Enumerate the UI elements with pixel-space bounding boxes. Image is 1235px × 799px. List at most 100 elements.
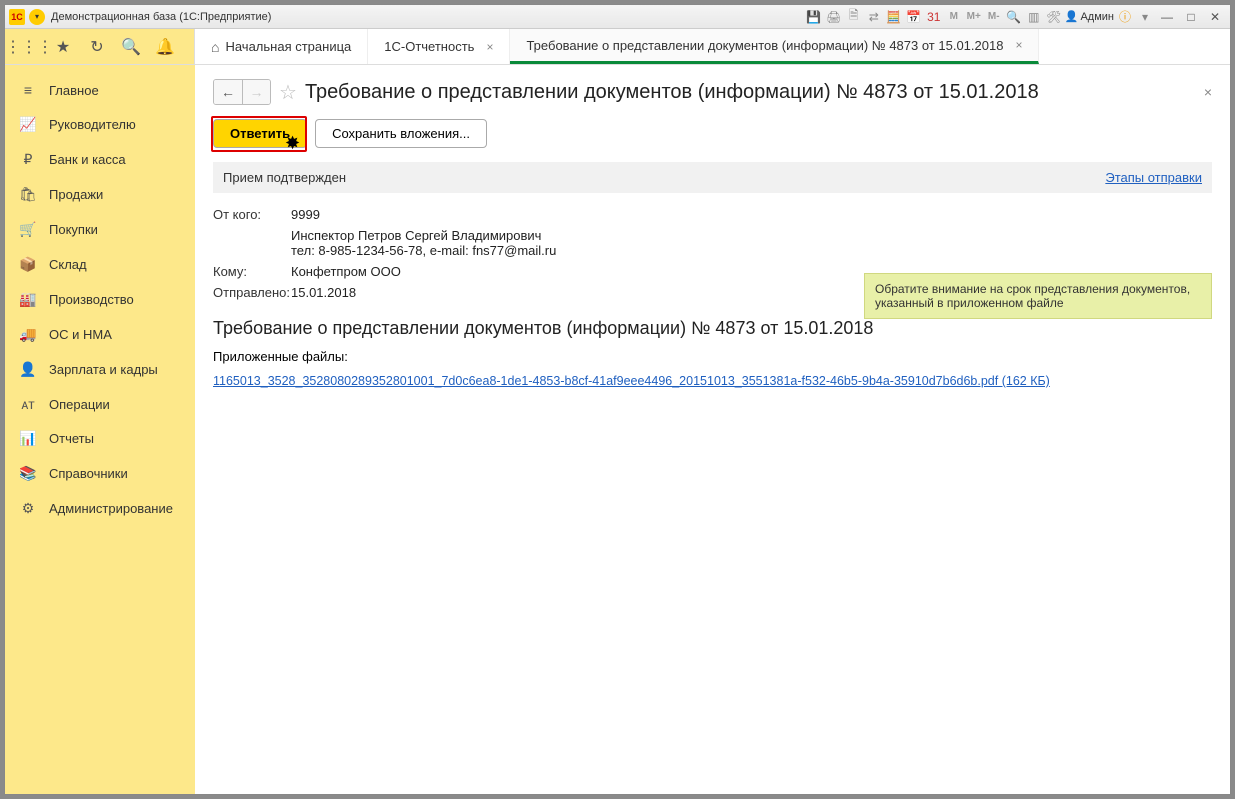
forward-button[interactable]: → bbox=[242, 80, 270, 104]
stages-link[interactable]: Этапы отправки bbox=[1105, 170, 1202, 185]
calendar-icon[interactable]: 📅 bbox=[905, 8, 923, 26]
sidebar-item-production[interactable]: 🏭 Производство bbox=[5, 282, 195, 317]
notice-text: Обратите внимание на срок представления … bbox=[875, 282, 1190, 310]
sidebar-item-label: Руководителю bbox=[49, 117, 136, 132]
factory-icon: 🏭 bbox=[19, 291, 37, 308]
toolbar-row: ⋮⋮⋮ ★ ↻ 🔍 🔔 ⌂ Начальная страница 1С-Отче… bbox=[5, 29, 1230, 65]
sidebar: ≡Главное 📈Руководителю ₽ Банк и касса 🛍 Пр… bbox=[5, 65, 195, 794]
sidebar-item-manager[interactable]: 📈Руководителю bbox=[5, 107, 195, 142]
inspector-row: Инспектор Петров Сергей Владимирович тел… bbox=[213, 228, 1212, 258]
compare-icon[interactable]: ⇄ bbox=[865, 8, 883, 26]
tools-icon[interactable]: 🛠 bbox=[1045, 8, 1063, 26]
sidebar-item-label: Продажи bbox=[49, 187, 103, 202]
app-logo-icon: 1C bbox=[9, 9, 25, 25]
sidebar-item-assets[interactable]: 🚚 ОС и НМА bbox=[5, 317, 195, 352]
contact-line: тел: 8-985-1234-56-78, e-mail: fns77@mai… bbox=[291, 243, 556, 258]
info-icon[interactable]: ⓘ bbox=[1116, 8, 1134, 26]
reply-button[interactable]: Ответить bbox=[213, 119, 307, 148]
zoom-icon[interactable]: 🔍 bbox=[1005, 8, 1023, 26]
close-icon[interactable]: × bbox=[486, 40, 493, 54]
page-header: ← → ☆ Требование о представлении докумен… bbox=[213, 79, 1212, 105]
save-icon[interactable]: 💾 bbox=[805, 8, 823, 26]
sent-value: 15.01.2018 bbox=[291, 285, 356, 300]
panel-icon[interactable]: ▥ bbox=[1025, 8, 1043, 26]
sidebar-item-bank[interactable]: ₽ Банк и касса bbox=[5, 142, 195, 177]
quick-access-bar: ⋮⋮⋮ ★ ↻ 🔍 🔔 bbox=[5, 29, 195, 64]
tab-reporting[interactable]: 1С-Отчетность × bbox=[368, 29, 510, 64]
status-text: Прием подтвержден bbox=[223, 170, 346, 185]
document-subtitle: Требование о представлении документов (и… bbox=[213, 318, 1212, 339]
search-icon[interactable]: 🔍 bbox=[119, 35, 143, 59]
preview-icon[interactable]: 🗎 bbox=[845, 8, 863, 26]
titlebar: 1C ▾ Демонстрационная база (1С:Предприят… bbox=[5, 5, 1230, 29]
sidebar-item-label: Склад bbox=[49, 257, 87, 272]
close-window-button[interactable]: ✕ bbox=[1204, 8, 1226, 26]
ruble-icon: ₽ bbox=[19, 151, 37, 168]
sidebar-item-hr[interactable]: 👤Зарплата и кадры bbox=[5, 352, 195, 387]
titlebar-toolbar: 💾 🖨 🗎 ⇄ 🧮 📅 31 M M+ M- 🔍 ▥ 🛠 👤 Админ ⓘ ▾… bbox=[805, 8, 1230, 26]
notifications-icon[interactable]: 🔔 bbox=[153, 35, 177, 59]
print-icon[interactable]: 🖨 bbox=[825, 8, 843, 26]
maximize-button[interactable]: □ bbox=[1180, 8, 1202, 26]
m-icon[interactable]: M bbox=[945, 8, 963, 26]
calc-icon[interactable]: 🧮 bbox=[885, 8, 903, 26]
sent-label: Отправлено: bbox=[213, 285, 291, 300]
sidebar-item-label: Банк и касса bbox=[49, 152, 126, 167]
sidebar-item-purchases[interactable]: 🛒 Покупки bbox=[5, 212, 195, 247]
admin-name: Админ bbox=[1080, 11, 1114, 23]
cart-icon: 🛒 bbox=[19, 221, 37, 238]
person-icon: 👤 bbox=[19, 361, 37, 378]
m-plus-icon[interactable]: M+ bbox=[965, 8, 983, 26]
inspector-name: Инспектор Петров Сергей Владимирович bbox=[291, 228, 556, 243]
save-attachments-button[interactable]: Сохранить вложения... bbox=[315, 119, 487, 148]
history-icon[interactable]: ↻ bbox=[85, 35, 109, 59]
sidebar-item-directories[interactable]: 📚Справочники bbox=[5, 456, 195, 491]
nav-buttons: ← → bbox=[213, 79, 271, 105]
action-row: Ответить Сохранить вложения... ✸ bbox=[213, 119, 1212, 148]
tab-requirement[interactable]: Требование о представлении документов (и… bbox=[510, 29, 1039, 64]
main-area: ≡Главное 📈Руководителю ₽ Банк и касса 🛍 Пр… bbox=[5, 65, 1230, 794]
books-icon: 📚 bbox=[19, 465, 37, 482]
window-title: Демонстрационная база (1С:Предприятие) bbox=[51, 11, 271, 23]
sidebar-item-label: ОС и НМА bbox=[49, 327, 112, 342]
to-label: Кому: bbox=[213, 264, 291, 279]
titlebar-menu-dropdown[interactable]: ▾ bbox=[29, 9, 45, 25]
from-label: От кого: bbox=[213, 207, 291, 222]
tabs-bar: ⌂ Начальная страница 1С-Отчетность × Тре… bbox=[195, 29, 1230, 64]
from-value: 9999 bbox=[291, 207, 320, 222]
box-icon: 📦 bbox=[19, 256, 37, 273]
star-icon[interactable]: ☆ bbox=[279, 80, 297, 105]
sidebar-item-sales[interactable]: 🛍 Продажи bbox=[5, 177, 195, 212]
minimize-button[interactable]: — bbox=[1156, 8, 1178, 26]
apps-icon[interactable]: ⋮⋮⋮ bbox=[17, 35, 41, 59]
menu-icon: ≡ bbox=[19, 82, 37, 98]
bag-icon: 🛍 bbox=[19, 186, 37, 203]
sidebar-item-label: Производство bbox=[49, 292, 134, 307]
page-title: Требование о представлении документов (и… bbox=[305, 81, 1039, 104]
tab-home[interactable]: ⌂ Начальная страница bbox=[195, 29, 368, 64]
tab-label: Начальная страница bbox=[225, 39, 351, 54]
notice-box: Обратите внимание на срок представления … bbox=[864, 273, 1212, 319]
to-value: Конфетпром ООО bbox=[291, 264, 401, 279]
sidebar-item-operations[interactable]: ᴀᴛОперации bbox=[5, 387, 195, 421]
sidebar-item-label: Администрирование bbox=[49, 501, 173, 516]
favorite-icon[interactable]: ★ bbox=[51, 35, 75, 59]
admin-label[interactable]: 👤 Админ bbox=[1065, 10, 1114, 23]
close-page-button[interactable]: × bbox=[1204, 84, 1212, 100]
back-button[interactable]: ← bbox=[214, 80, 242, 104]
attachment-file-link[interactable]: 1165013_3528_3528080289352801001_7d0c6ea… bbox=[213, 374, 1050, 388]
sidebar-item-main[interactable]: ≡Главное bbox=[5, 73, 195, 107]
sidebar-item-reports[interactable]: 📊Отчеты bbox=[5, 421, 195, 456]
dropdown-icon[interactable]: ▾ bbox=[1136, 8, 1154, 26]
gear-icon: ⚙ bbox=[19, 500, 37, 517]
close-icon[interactable]: × bbox=[1015, 38, 1022, 52]
sidebar-item-warehouse[interactable]: 📦 Склад bbox=[5, 247, 195, 282]
date-icon[interactable]: 31 bbox=[925, 8, 943, 26]
truck-icon: 🚚 bbox=[19, 326, 37, 343]
attachments-label: Приложенные файлы: bbox=[213, 349, 1212, 364]
sidebar-item-admin[interactable]: ⚙ Администрирование bbox=[5, 491, 195, 526]
sidebar-item-label: Отчеты bbox=[49, 431, 94, 446]
m-minus-icon[interactable]: M- bbox=[985, 8, 1003, 26]
sidebar-item-label: Покупки bbox=[49, 222, 98, 237]
ops-icon: ᴀᴛ bbox=[19, 396, 37, 412]
